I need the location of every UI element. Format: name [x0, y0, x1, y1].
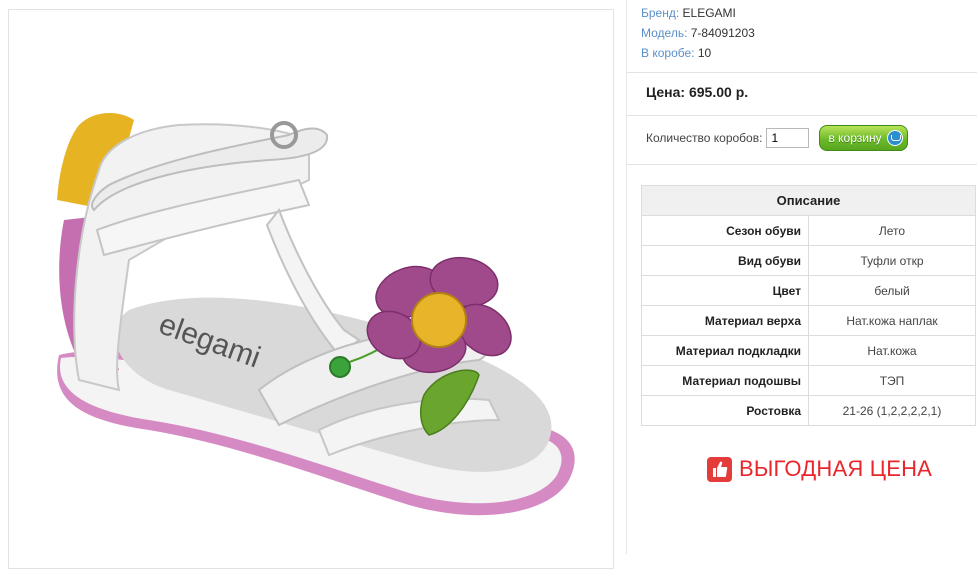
description-title: Описание [641, 185, 976, 216]
add-to-cart-label: в корзину [828, 131, 882, 145]
spec-key: Сезон обуви [641, 215, 809, 246]
table-row: Цвет белый [641, 275, 976, 306]
spec-value: Нат.кожа наплак [808, 305, 976, 336]
table-row: Материал подошвы ТЭП [641, 365, 976, 396]
cart-icon [886, 130, 903, 146]
product-meta: Бренд: ELEGAMI Модель: 7-84091203 В коро… [641, 3, 755, 63]
product-image[interactable]: elegami [8, 9, 614, 569]
promo-text: ВЫГОДНАЯ ЦЕНА [739, 456, 933, 481]
model-label: Модель: [641, 26, 688, 40]
divider [627, 72, 977, 73]
table-row: Материал верха Нат.кожа наплак [641, 305, 976, 336]
divider [627, 164, 977, 165]
box-label: В коробе: [641, 46, 695, 60]
brand-label: Бренд: [641, 6, 680, 20]
table-row: Вид обуви Туфли откр [641, 245, 976, 276]
divider [627, 115, 977, 116]
spec-key: Цвет [641, 275, 809, 306]
spec-value: ТЭП [808, 365, 976, 396]
model-value: 7-84091203 [690, 26, 755, 40]
add-to-cart-button[interactable]: в корзину [819, 125, 908, 151]
spec-key: Материал подкладки [641, 335, 809, 366]
table-row: Ростовка 21-26 (1,2,2,2,2,1) [641, 395, 976, 426]
spec-value: белый [808, 275, 976, 306]
box-value: 10 [697, 46, 712, 60]
spec-key: Материал верха [641, 305, 809, 336]
spec-value: Нат.кожа [808, 335, 976, 366]
promo-banner[interactable]: ВЫГОДНАЯ ЦЕНА [707, 456, 932, 482]
table-row: Сезон обуви Лето [641, 215, 976, 246]
spec-key: Материал подошвы [641, 365, 809, 396]
spec-key: Ростовка [641, 395, 809, 426]
thumbs-up-icon [707, 456, 732, 482]
spec-value: 21-26 (1,2,2,2,2,1) [808, 395, 976, 426]
sandal-illustration: elegami [57, 113, 575, 516]
table-row: Материал подкладки Нат.кожа [641, 335, 976, 366]
spec-value: Лето [808, 215, 976, 246]
description-table: Описание Сезон обуви Лето Вид обуви Туфл… [641, 185, 976, 426]
quantity-label: Количество коробов: [646, 131, 763, 145]
brand-line: Бренд: ELEGAMI [641, 3, 755, 23]
spec-key: Вид обуви [641, 245, 809, 276]
brand-value: ELEGAMI [682, 6, 736, 20]
box-line: В коробе: 10 [641, 43, 755, 63]
price: Цена: 695.00 р. [646, 84, 749, 100]
column-divider [626, 0, 627, 554]
quantity-input[interactable] [766, 128, 810, 148]
model-line: Модель: 7-84091203 [641, 23, 755, 43]
order-row: Количество коробов: в корзину [646, 125, 908, 151]
spec-value: Туфли откр [808, 245, 976, 276]
